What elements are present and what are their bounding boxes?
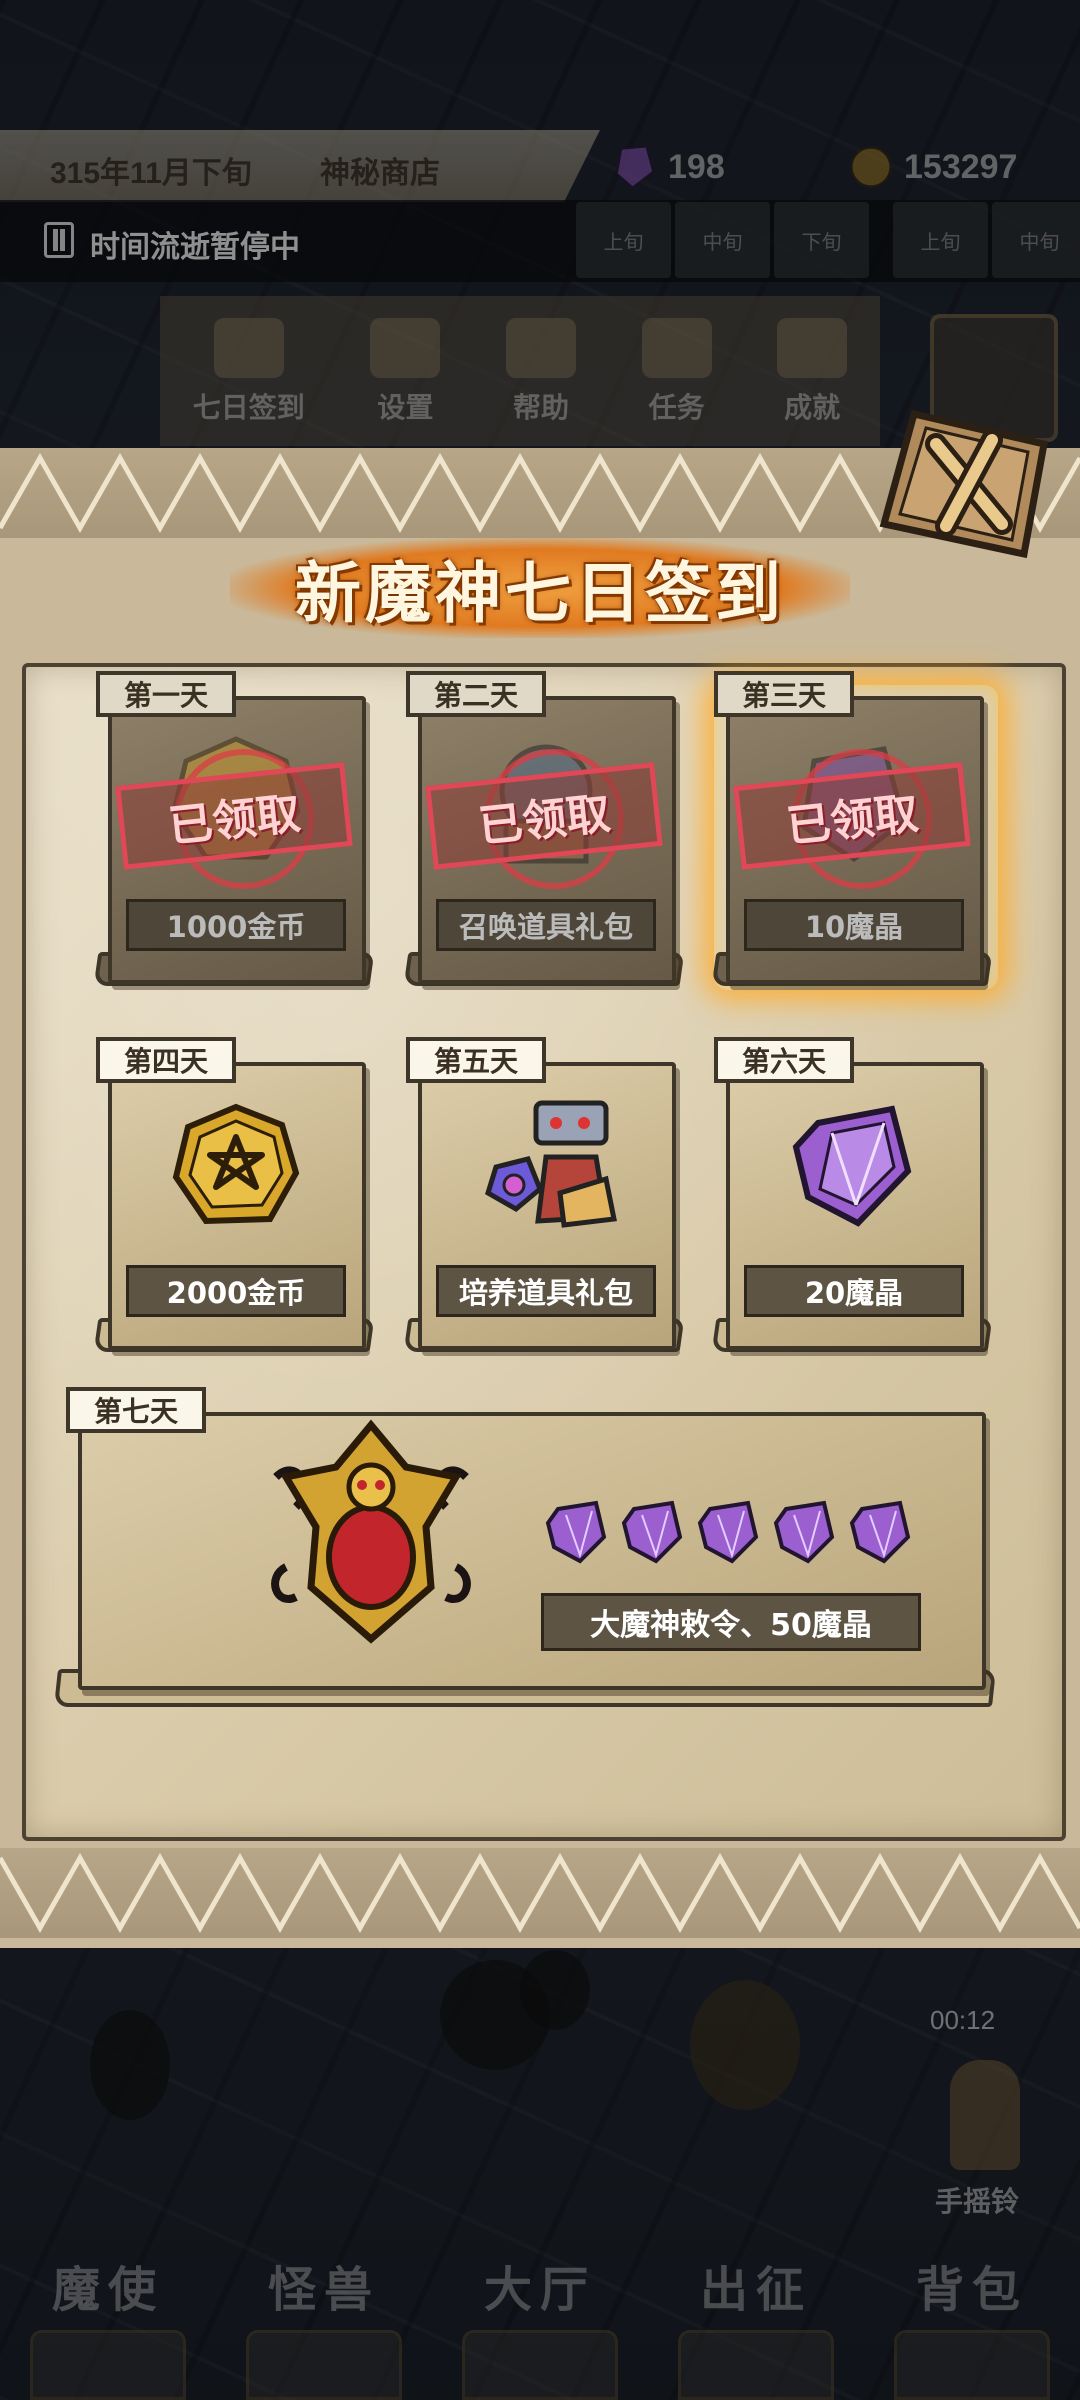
day-tag: 第一天: [96, 671, 236, 717]
reward-label: 2000金币: [126, 1265, 346, 1317]
day-tag: 第六天: [714, 1037, 854, 1083]
reward-label: 召唤道具礼包: [436, 899, 656, 951]
crystal-icon: [792, 1105, 912, 1227]
reward-label: 1000金币: [126, 899, 346, 951]
claimed-text: 已领取: [425, 762, 663, 870]
day-card-7[interactable]: 大魔神敕令、50魔晶 第七天: [54, 1387, 996, 1707]
crystal-icon: [848, 1497, 914, 1567]
day-card-2[interactable]: 召唤道具礼包 第二天 已领取: [403, 671, 685, 986]
day-tag: 第五天: [406, 1037, 546, 1083]
day-card-6[interactable]: 20魔晶 第六天: [711, 1037, 993, 1352]
demon-edict-icon: [271, 1419, 471, 1644]
reward-label: 大魔神敕令、50魔晶: [541, 1593, 921, 1651]
claimed-text: 已领取: [115, 762, 353, 870]
reward-label: 20魔晶: [744, 1265, 964, 1317]
crystal-row: [544, 1497, 914, 1567]
day-card-4[interactable]: 2000金币 第四天: [93, 1037, 375, 1352]
crystal-icon: [544, 1497, 610, 1567]
day-tag: 第七天: [66, 1387, 206, 1433]
close-icon[interactable]: [874, 404, 1054, 564]
reward-label: 10魔晶: [744, 899, 964, 951]
day-card-5[interactable]: 培养道具礼包 第五天: [403, 1037, 685, 1352]
claimed-stamp: 已领取: [424, 731, 664, 901]
day-card-1[interactable]: 1000金币 第一天 已领取: [93, 671, 375, 986]
day-tag: 第四天: [96, 1037, 236, 1083]
claimed-stamp: 已领取: [732, 731, 972, 901]
gold-coin-icon: [172, 1103, 300, 1225]
training-pack-icon: [485, 1100, 617, 1228]
claimed-stamp: 已领取: [114, 731, 354, 901]
crystal-icon: [772, 1497, 838, 1567]
reward-board: 1000金币 第一天 已领取 召唤道具礼包 第二天 已领取 10魔晶 第三天 已…: [22, 663, 1066, 1841]
modal-title: 新魔神七日签到: [295, 555, 785, 632]
crystal-icon: [696, 1497, 762, 1567]
day-tag: 第二天: [406, 671, 546, 717]
crystal-icon: [620, 1497, 686, 1567]
day-card-3[interactable]: 10魔晶 第三天 已领取: [711, 671, 993, 986]
claimed-text: 已领取: [733, 762, 971, 870]
reward-label: 培养道具礼包: [436, 1265, 656, 1317]
modal-title-banner: 新魔神七日签到: [230, 538, 850, 638]
signin-modal: 新魔神七日签到 1000金币 第一天 已领取 召唤道具礼包 第二天 已领取 10…: [0, 448, 1080, 1948]
day-tag: 第三天: [714, 671, 854, 717]
decorative-band-bottom: [0, 1848, 1080, 1938]
